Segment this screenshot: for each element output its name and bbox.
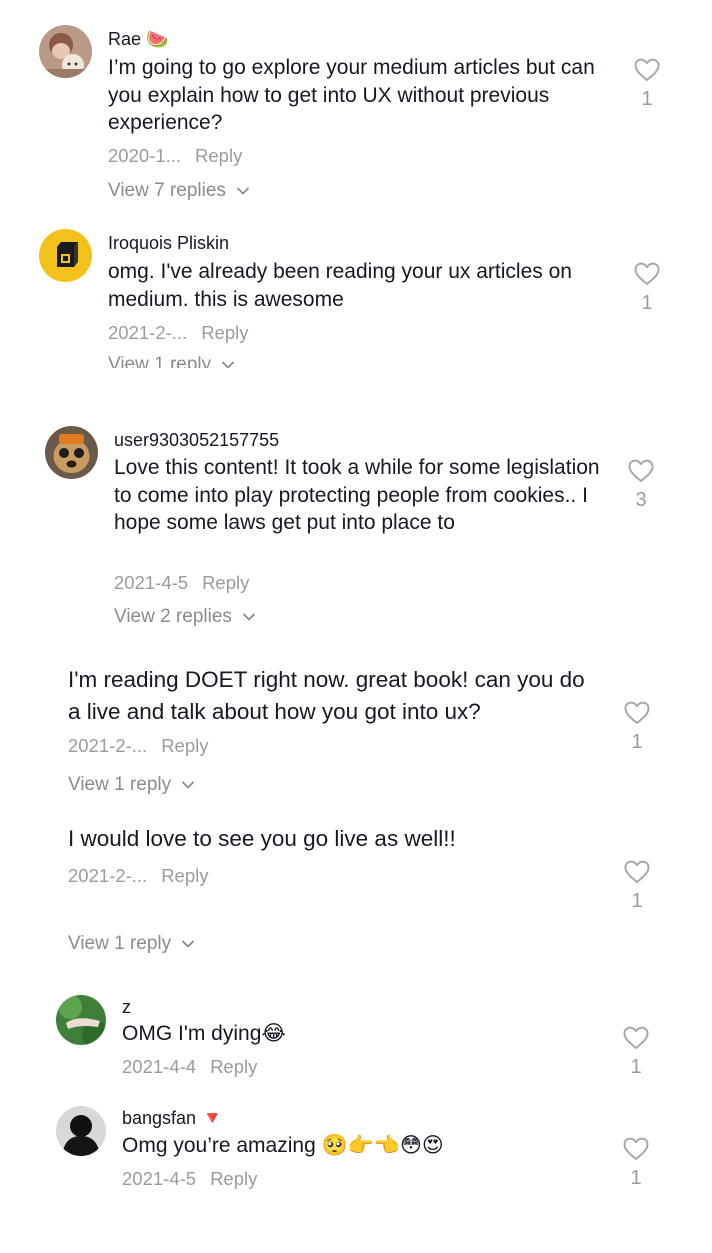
avatar-image [56, 1106, 106, 1156]
like-count: 1 [631, 890, 643, 912]
view-replies-label: View 1 reply [68, 774, 172, 795]
comment-meta: 2021-2-... Reply [68, 735, 209, 757]
like-count: 1 [641, 292, 653, 314]
comment-meta: 2021-2-... Reply [108, 322, 249, 344]
heart-outline-icon [624, 701, 650, 724]
comment-username[interactable]: Iroquois Pliskin [108, 233, 229, 254]
chevron-down-icon [182, 940, 195, 948]
avatar-bangsfan[interactable] [56, 1106, 106, 1156]
heart-outline-icon [624, 860, 650, 883]
comment-meta: 2021-4-5 Reply [122, 1168, 257, 1190]
comment-username[interactable]: bangsfan 🔻 [122, 1108, 224, 1129]
heart-outline-icon [634, 262, 660, 285]
avatar-image [56, 995, 106, 1045]
username-text: bangsfan [122, 1108, 197, 1128]
view-replies-label: View 1 reply [108, 354, 212, 368]
heart-outline-icon [634, 58, 660, 81]
comment-text: I would love to see you go live as well!… [68, 826, 456, 851]
view-replies-clip: View 1 reply [108, 354, 308, 368]
view-replies-button[interactable]: View 2 replies [114, 606, 256, 628]
comment-text: OMG I'm dying😂 [122, 1022, 286, 1045]
avatar-iroquois[interactable] [39, 229, 92, 282]
heart-outline-icon [623, 1137, 649, 1160]
comment-text: I'm reading DOET right now. great book! … [68, 667, 585, 724]
comment-date: 2021-4-5 [122, 1168, 197, 1189]
reply-button[interactable]: Reply [201, 322, 248, 343]
like-count: 1 [630, 1056, 642, 1078]
avatar-image [39, 25, 92, 78]
view-replies-label: View 1 reply [68, 933, 172, 954]
chevron-down-icon [243, 613, 256, 621]
like-button[interactable]: 3 [621, 459, 661, 512]
comment-date: 2021-2-... [68, 735, 148, 756]
avatar-user9303052157755[interactable] [45, 426, 98, 479]
heart-outline-icon [623, 1026, 649, 1049]
like-count: 1 [641, 88, 653, 110]
reply-button[interactable]: Reply [202, 572, 249, 593]
comment-meta: 2021-4-4 Reply [122, 1056, 257, 1078]
comment-text: Omg you’re amazing 🥺👉👈😳😍 [122, 1134, 444, 1157]
like-count: 1 [630, 1167, 642, 1189]
comment-meta: 2021-4-5 Reply [114, 572, 249, 594]
avatar-image [45, 426, 98, 479]
like-button[interactable]: 1 [616, 1026, 656, 1079]
comment-username[interactable]: z [122, 997, 131, 1018]
chevron-down-icon [182, 781, 195, 789]
reply-button[interactable]: Reply [161, 735, 208, 756]
view-replies-button[interactable]: View 1 reply [108, 354, 235, 368]
comment-text: omg. I've already been reading your ux a… [108, 260, 572, 311]
like-button[interactable]: 1 [617, 701, 657, 754]
comment-meta: 2020-1... Reply [108, 145, 242, 167]
avatar-rae[interactable] [39, 25, 92, 78]
reply-button[interactable]: Reply [195, 145, 242, 166]
username-text: Rae [108, 29, 142, 49]
like-button[interactable]: 1 [616, 1137, 656, 1190]
view-replies-button[interactable]: View 1 reply [68, 774, 195, 796]
reply-button[interactable]: Reply [210, 1056, 257, 1077]
comment-date: 2020-1... [108, 145, 182, 166]
comment-username[interactable]: user9303052157755 [114, 430, 279, 451]
comment-text: I’m going to go explore your medium arti… [108, 56, 595, 134]
view-replies-label: View 2 replies [114, 606, 232, 627]
like-button[interactable]: 1 [617, 860, 657, 913]
comment-username[interactable]: Rae 🍉 [108, 29, 168, 50]
chevron-down-icon [237, 187, 250, 195]
comment-date: 2021-4-4 [122, 1056, 197, 1077]
avatar-image [39, 229, 92, 282]
comment-date: 2021-2-... [108, 322, 188, 343]
view-replies-button[interactable]: View 1 reply [68, 933, 195, 955]
avatar-z[interactable] [56, 995, 106, 1045]
heart-outline-icon [628, 459, 654, 482]
username-emoji: 🍉 [146, 29, 169, 49]
comment-date: 2021-4-5 [114, 572, 189, 593]
like-count: 3 [635, 489, 647, 511]
comment-text: Love this content! It took a while for s… [114, 456, 600, 534]
comment-meta: 2021-2-... Reply [68, 865, 209, 887]
view-replies-button[interactable]: View 7 replies [108, 180, 250, 202]
chevron-down-icon [222, 361, 235, 368]
like-button[interactable]: 1 [627, 58, 667, 111]
comment-date: 2021-2-... [68, 865, 148, 886]
reply-button[interactable]: Reply [161, 865, 208, 886]
like-count: 1 [631, 731, 643, 753]
reply-button[interactable]: Reply [210, 1168, 257, 1189]
username-emoji: 🔻 [201, 1108, 224, 1128]
like-button[interactable]: 1 [627, 262, 667, 315]
view-replies-label: View 7 replies [108, 180, 226, 201]
